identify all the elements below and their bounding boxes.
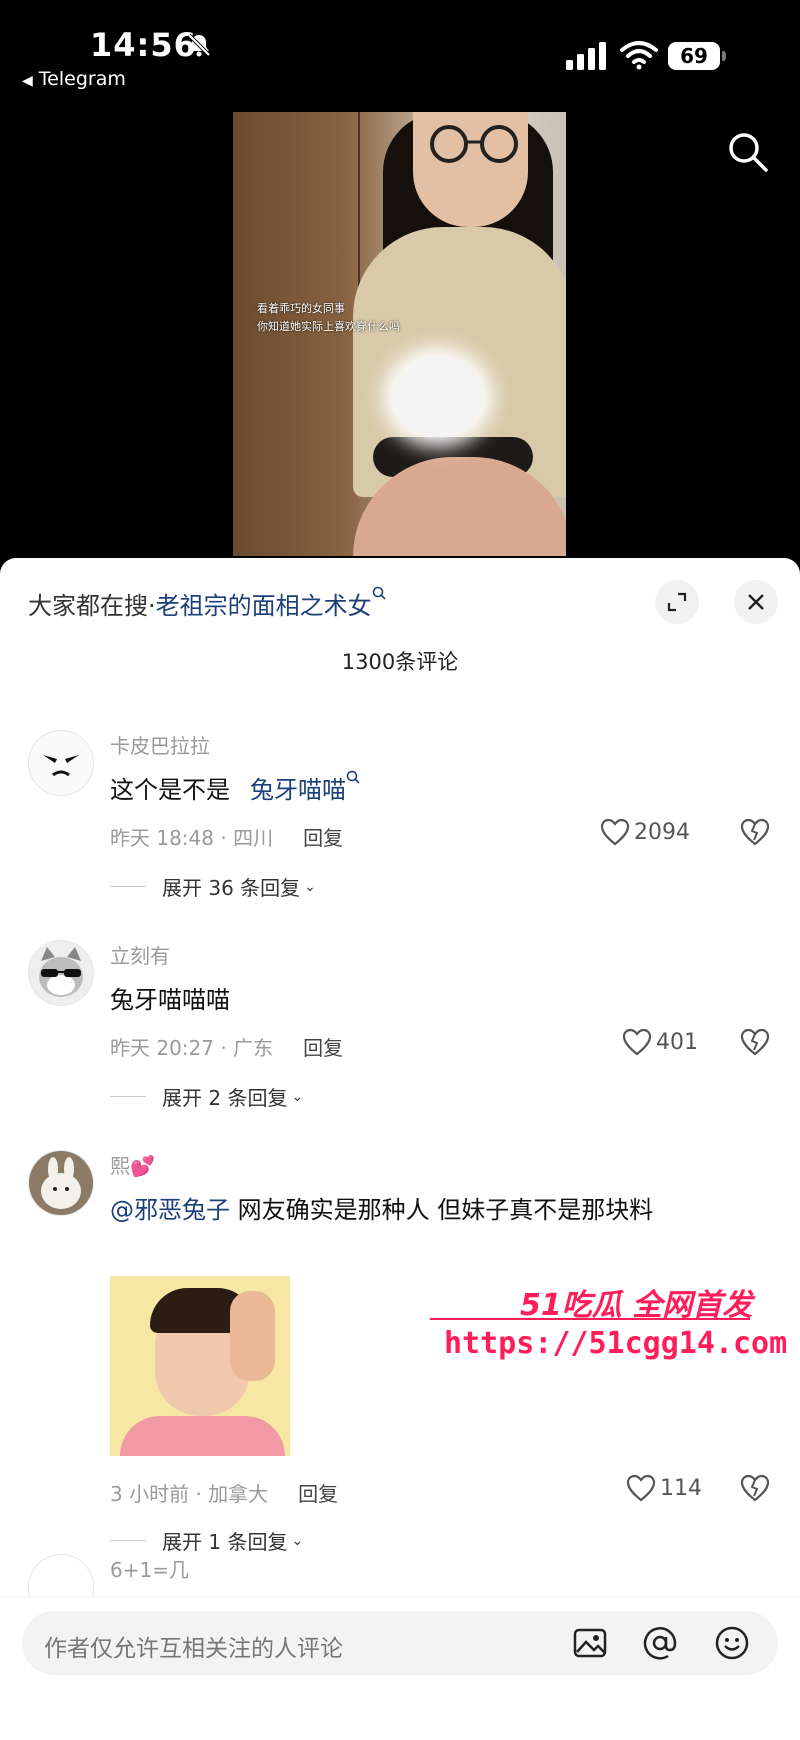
video-player[interactable]: 看着乖巧的女同事 你知道她实际上喜欢穿什么吗: [233, 112, 566, 556]
heart-icon: [622, 1028, 652, 1056]
comment-image[interactable]: [110, 1276, 290, 1456]
bell-muted-icon: [187, 33, 211, 57]
comment-text: @邪恶兔子 网友确实是那种人 但妹子真不是那块料: [110, 1190, 653, 1225]
comment-body: 这个是不是: [110, 776, 230, 804]
chevron-down-icon: ⌄: [291, 1088, 304, 1105]
video-glasses: [430, 125, 518, 163]
video-caption-line1: 看着乖巧的女同事: [257, 302, 345, 315]
avatar[interactable]: [28, 730, 94, 796]
comment-text: 这个是不是 兔牙喵喵: [110, 770, 360, 805]
reply-button[interactable]: 回复: [303, 1036, 343, 1060]
dislike-broken-heart-icon[interactable]: [740, 818, 770, 846]
comment-username[interactable]: 卡皮巴拉拉: [110, 730, 210, 759]
comment-username[interactable]: 立刻有: [110, 940, 170, 969]
expand-replies-label: 展开 1 条回复: [162, 1530, 288, 1554]
comment-input[interactable]: 作者仅允许互相关注的人评论: [22, 1611, 778, 1675]
expand-icon: [667, 592, 687, 612]
comment-meta: 3 小时前 · 加拿大 回复: [110, 1478, 338, 1507]
comment-count: 1300条评论: [341, 650, 459, 674]
battery-indicator: 69: [668, 42, 720, 70]
avatar[interactable]: [28, 1150, 94, 1216]
cool-cat-icon: [29, 941, 93, 1005]
status-time: 14:56: [90, 26, 197, 64]
like-button[interactable]: 2094: [600, 818, 690, 846]
reply-button[interactable]: 回复: [303, 826, 343, 850]
like-count: 114: [660, 1475, 702, 1501]
comment-text: 兔牙喵喵喵: [110, 986, 230, 1014]
like-count: 2094: [634, 819, 690, 845]
video-fluffy-toy: [393, 357, 483, 437]
comment-sheet: 大家都在搜·老祖宗的面相之术女 1300条评论 卡皮巴拉拉 这个是不是兔牙喵喵: [0, 558, 800, 1739]
like-button[interactable]: 114: [626, 1474, 702, 1502]
cellular-signal-icon: [566, 42, 606, 70]
back-to-app[interactable]: ◀ Telegram: [22, 68, 126, 90]
comment-input-bar: 作者仅允许互相关注的人评论: [0, 1596, 800, 1740]
emoji-icon[interactable]: [714, 1625, 750, 1661]
comment-keyword-link[interactable]: 兔牙喵喵: [250, 776, 346, 804]
grumpy-face-icon: [29, 731, 93, 795]
comment-input-placeholder: 作者仅允许互相关注的人评论: [44, 1636, 343, 1662]
heart-icon: [600, 818, 630, 846]
comment-time-location: 昨天 20:27 · 广东: [110, 1036, 274, 1060]
meme-hand: [230, 1291, 275, 1381]
comment-username[interactable]: 6+1=几: [110, 1554, 189, 1583]
bunny-icon: [29, 1151, 93, 1215]
comment-time-location: 昨天 18:48 · 四川: [110, 826, 274, 850]
image-icon[interactable]: [572, 1625, 608, 1661]
search-icon[interactable]: [726, 130, 770, 174]
back-app-label: Telegram: [38, 68, 126, 90]
like-button[interactable]: 401: [622, 1028, 698, 1056]
status-bar: 14:56 ◀ Telegram 69: [0, 0, 800, 100]
expand-replies-label: 展开 36 条回复: [162, 876, 301, 900]
video-caption-line2: 你知道她实际上喜欢穿什么吗: [257, 320, 400, 333]
dislike-broken-heart-icon[interactable]: [740, 1474, 770, 1502]
divider: [110, 1096, 146, 1097]
wifi-icon: [620, 41, 658, 70]
close-button[interactable]: [734, 580, 778, 624]
hot-search-prefix: 大家都在搜·: [28, 592, 156, 620]
search-small-icon: [346, 770, 360, 784]
like-count: 401: [656, 1029, 698, 1055]
dislike-broken-heart-icon[interactable]: [740, 1028, 770, 1056]
heart-icon: [626, 1474, 656, 1502]
hot-search-keyword[interactable]: 老祖宗的面相之术女: [156, 592, 372, 620]
comment-meta: 昨天 18:48 · 四川 回复: [110, 822, 343, 851]
divider: [110, 1540, 146, 1541]
divider: [110, 886, 146, 887]
fullscreen-button[interactable]: [655, 580, 699, 624]
expand-replies[interactable]: 展开 1 条回复 ⌄: [110, 1526, 303, 1555]
watermark-line: [430, 1318, 750, 1320]
expand-replies-label: 展开 2 条回复: [162, 1086, 288, 1110]
chevron-down-icon: ⌄: [291, 1532, 304, 1549]
watermark-url: https://51cgg14.com: [444, 1326, 788, 1361]
mention-at-icon[interactable]: [642, 1625, 678, 1661]
expand-replies[interactable]: 展开 36 条回复 ⌄: [110, 872, 316, 901]
search-small-icon: [372, 586, 386, 600]
back-arrow-icon: ◀: [22, 73, 33, 89]
mention-link[interactable]: @邪恶兔子: [110, 1196, 230, 1224]
comment-time-location: 3 小时前 · 加拿大: [110, 1482, 269, 1506]
hot-search-bar[interactable]: 大家都在搜·老祖宗的面相之术女: [28, 586, 386, 621]
battery-cap: [722, 51, 726, 61]
close-icon: [748, 594, 764, 610]
avatar[interactable]: [28, 940, 94, 1006]
expand-replies[interactable]: 展开 2 条回复 ⌄: [110, 1082, 303, 1111]
watermark: 51吃瓜 全网首发 https://51cgg14.com: [430, 1280, 787, 1380]
comment-body: 网友确实是那种人 但妹子真不是那块料: [230, 1196, 654, 1224]
comment-username[interactable]: 熙💕: [110, 1150, 155, 1179]
meme-shirt: [120, 1416, 285, 1456]
reply-button[interactable]: 回复: [298, 1482, 338, 1506]
chevron-down-icon: ⌄: [304, 878, 316, 895]
comment-meta: 昨天 20:27 · 广东 回复: [110, 1032, 343, 1061]
